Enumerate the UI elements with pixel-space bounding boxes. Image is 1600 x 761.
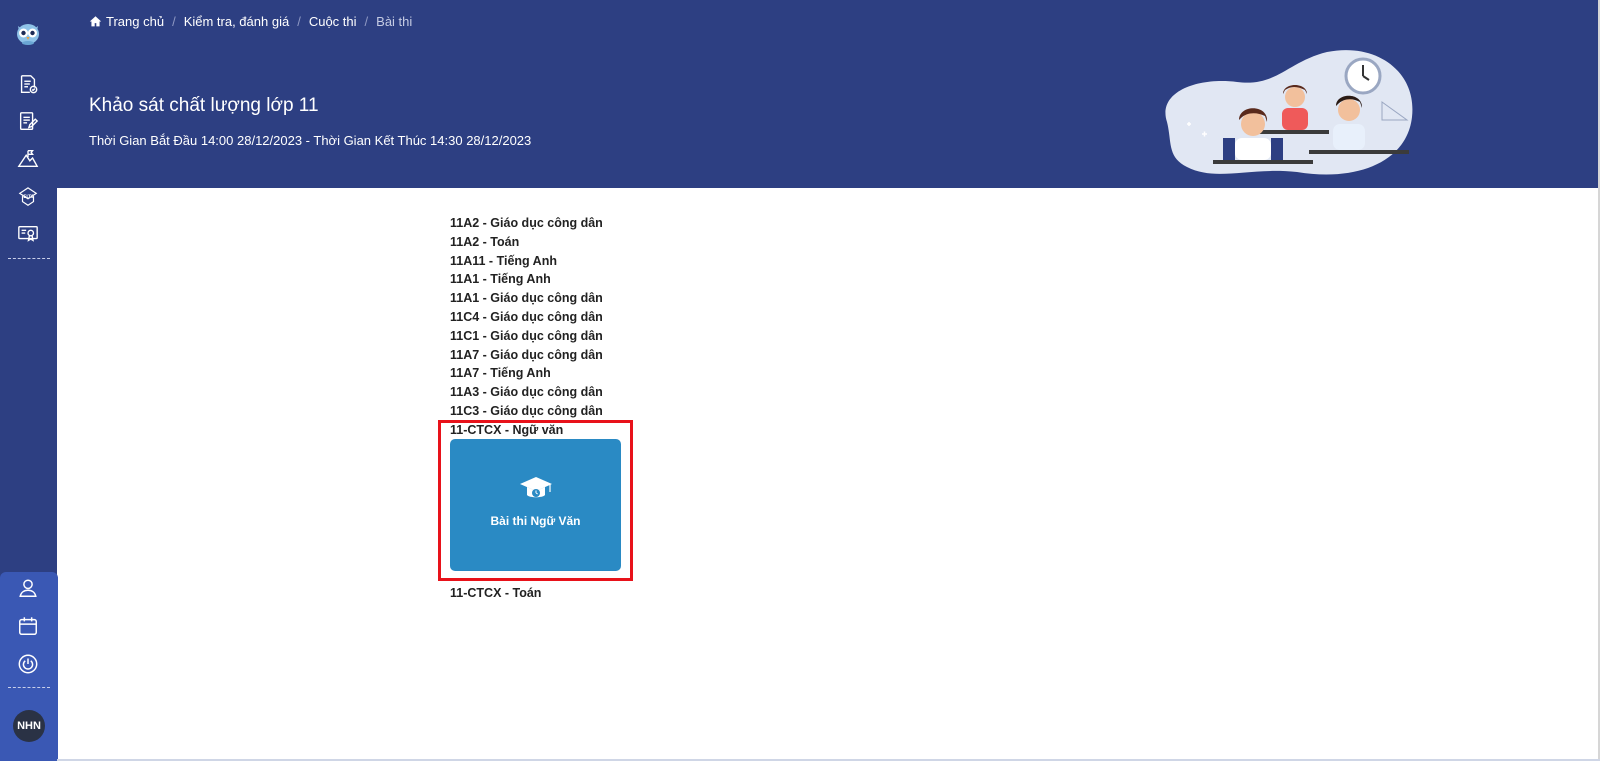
exam-card-ngu-van[interactable]: Bài thi Ngữ Văn [450,439,621,571]
exam-time-range: Thời Gian Bắt Đầu 14:00 28/12/2023 - Thờ… [89,133,532,148]
exam-list-container: 11A2 - Giáo dục công dân 11A2 - Toán 11A… [450,214,603,440]
calendar-icon[interactable] [16,614,40,638]
sidebar-divider [8,258,50,259]
mountain-flag-icon[interactable] [16,146,40,170]
owl-logo-icon[interactable] [13,17,43,47]
exam-list-item[interactable]: 11A7 - Giáo dục công dân [450,346,603,365]
sidebar-top: IELTS [0,0,57,575]
exam-list-item[interactable]: 11-CTCX - Toán [450,586,541,600]
breadcrumb-assessment[interactable]: Kiểm tra, đánh giá [184,14,290,29]
exam-list-item[interactable]: 11C4 - Giáo dục công dân [450,308,603,327]
exam-list-icon[interactable] [16,72,40,96]
exam-list-item[interactable]: 11A1 - Tiếng Anh [450,270,603,289]
certificate-icon[interactable] [16,222,40,246]
edit-document-icon[interactable] [16,109,40,133]
page-header: Trang chủ / Kiểm tra, đánh giá / Cuộc th… [57,0,1600,188]
sidebar: IELTS NHN [0,0,58,761]
breadcrumb: Trang chủ / Kiểm tra, đánh giá / Cuộc th… [89,14,412,29]
breadcrumb-current: Bài thi [376,14,413,29]
breadcrumb-home[interactable]: Trang chủ [106,14,164,29]
power-icon[interactable] [16,652,40,676]
breadcrumb-separator: / [297,14,301,29]
exam-list-item[interactable]: 11A2 - Toán [450,233,603,252]
breadcrumb-separator: / [364,14,369,29]
exam-list-item[interactable]: 11C1 - Giáo dục công dân [450,327,603,346]
user-icon[interactable] [16,576,40,600]
exam-list: 11A2 - Giáo dục công dân 11A2 - Toán 11A… [450,214,603,440]
exam-list-item[interactable]: 11C3 - Giáo dục công dân [450,402,603,421]
exam-list-item[interactable]: 11A7 - Tiếng Anh [450,364,603,383]
exam-list-item[interactable]: 11A1 - Giáo dục công dân [450,289,603,308]
exam-list-item[interactable]: 11A3 - Giáo dục công dân [450,383,603,402]
exam-card-label: Bài thi Ngữ Văn [490,514,581,528]
graduation-cap-icon [519,477,552,498]
home-icon [89,16,102,27]
exam-list-item[interactable]: 11A11 - Tiếng Anh [450,252,603,271]
students-illustration [1165,50,1413,175]
ielts-icon[interactable]: IELTS [16,185,40,209]
svg-text:IELTS: IELTS [22,194,34,199]
avatar[interactable]: NHN [13,710,45,742]
sidebar-bottom-divider [8,687,50,688]
exam-list-item[interactable]: 11A2 - Giáo dục công dân [450,214,603,233]
page-title: Khảo sát chất lượng lớp 11 [89,95,319,116]
breadcrumb-contest[interactable]: Cuộc thi [309,14,357,29]
breadcrumb-separator: / [172,14,176,29]
